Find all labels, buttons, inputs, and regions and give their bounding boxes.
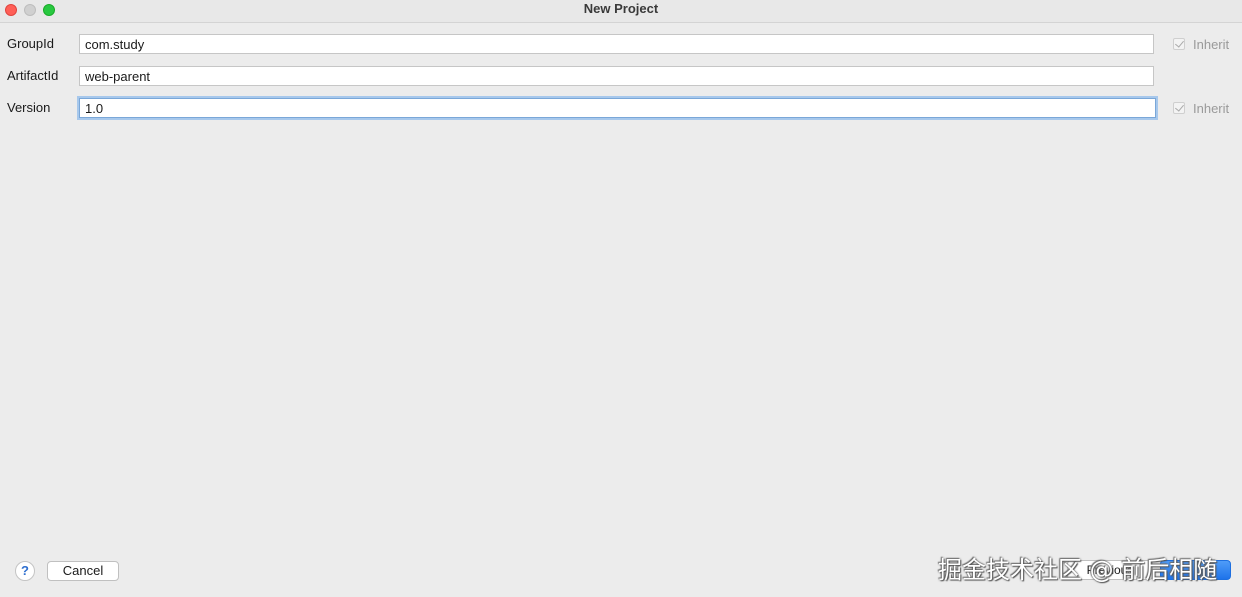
help-button[interactable]: ? <box>15 561 35 581</box>
version-inherit[interactable]: Inherit <box>1173 99 1229 117</box>
cancel-button[interactable]: Cancel <box>47 561 119 581</box>
version-inherit-checkbox[interactable] <box>1173 102 1185 114</box>
artifact-id-label: ArtifactId <box>7 68 59 83</box>
new-project-window: New Project GroupId Inherit ArtifactId V… <box>0 0 1242 597</box>
group-id-inherit-checkbox[interactable] <box>1173 38 1185 50</box>
checkmark-icon <box>1175 38 1184 48</box>
group-id-input[interactable] <box>79 34 1154 54</box>
version-label: Version <box>7 100 51 115</box>
watermark-text: 掘金技术社区 @ 前后相随 <box>938 556 1218 584</box>
title-bar[interactable]: New Project <box>0 0 1242 23</box>
version-input[interactable] <box>79 98 1156 118</box>
version-inherit-label: Inherit <box>1193 100 1230 116</box>
group-id-inherit-label: Inherit <box>1193 36 1230 52</box>
artifact-id-input[interactable] <box>79 66 1154 86</box>
group-id-label: GroupId <box>7 36 54 51</box>
checkmark-icon <box>1175 102 1184 112</box>
group-id-inherit[interactable]: Inherit <box>1173 35 1229 53</box>
window-title: New Project <box>583 1 659 16</box>
